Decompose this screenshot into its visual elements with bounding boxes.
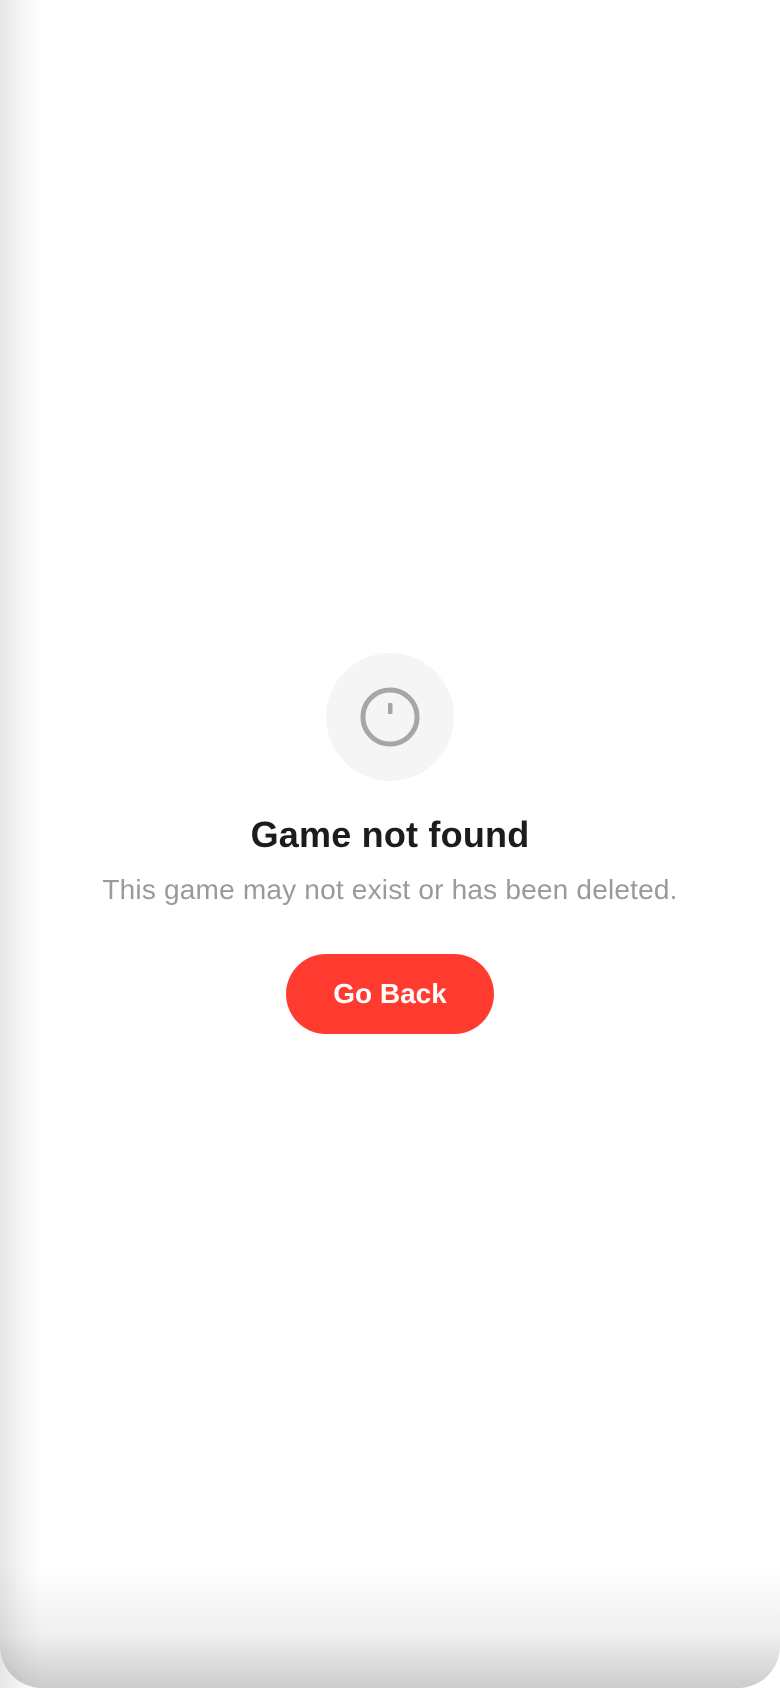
error-message: This game may not exist or has been dele… bbox=[102, 874, 678, 905]
icon-container bbox=[326, 653, 454, 781]
go-back-button[interactable]: Go Back bbox=[286, 954, 494, 1034]
app-screen: Game not found This game may not exist o… bbox=[0, 0, 780, 1688]
page-title: Game not found bbox=[250, 814, 530, 855]
error-state: Game not found This game may not exist o… bbox=[0, 0, 780, 1688]
alert-circle-icon bbox=[360, 687, 420, 747]
